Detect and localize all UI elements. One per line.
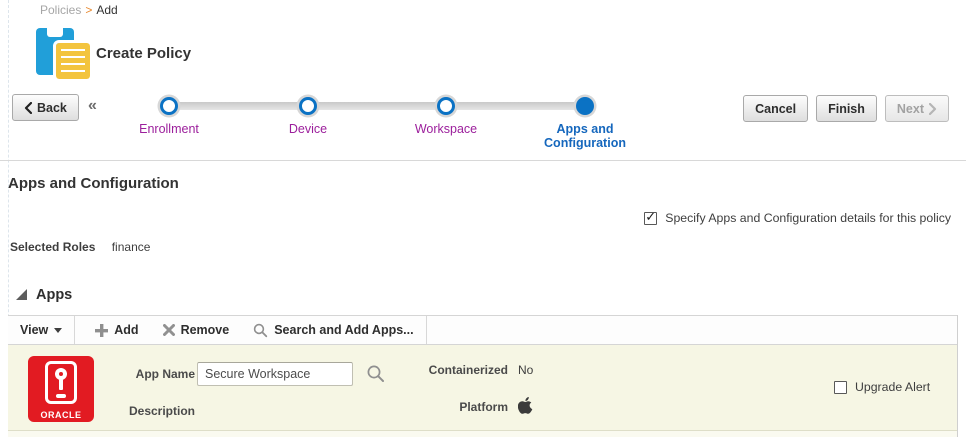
create-policy-page: Policies > Add Create Policy Back « Enroll… <box>0 0 966 437</box>
apps-toolbar: View Add Remove Search and Add Apps... <box>8 315 957 345</box>
upgrade-alert-checkbox[interactable] <box>834 380 847 394</box>
chevron-left-icon <box>24 101 32 114</box>
chevron-right-icon <box>929 102 937 115</box>
create-policy-icon <box>36 28 93 82</box>
specify-apps-row: Specify Apps and Configuration details f… <box>644 209 951 225</box>
cancel-button[interactable]: Cancel <box>743 95 809 122</box>
toolbar-separator <box>425 316 427 344</box>
upgrade-alert-row: Upgrade Alert <box>834 380 930 394</box>
toolbar-separator <box>74 316 76 344</box>
next-button[interactable]: Next <box>884 95 949 122</box>
page-title: Create Policy <box>96 45 192 62</box>
search-icon <box>254 323 268 337</box>
plus-icon <box>95 323 109 337</box>
step-circle-icon[interactable] <box>576 97 594 115</box>
step-device[interactable]: Device <box>253 97 363 136</box>
oracle-app-icon: ORACLE <box>28 356 94 422</box>
remove-app-button[interactable]: Remove <box>151 316 242 344</box>
breadcrumb: Policies > Add <box>40 3 118 17</box>
containerized-value: No <box>518 363 534 377</box>
add-app-label: Add <box>114 323 139 337</box>
collapse-section-icon[interactable] <box>16 289 27 300</box>
chevron-down-icon <box>54 327 63 333</box>
back-button[interactable]: Back <box>12 94 79 121</box>
breadcrumb-separator: > <box>85 3 93 17</box>
add-app-button[interactable]: Add <box>83 316 150 344</box>
step-label: Enrollment <box>139 122 199 136</box>
step-label: Apps and Configuration <box>544 122 626 151</box>
collapse-train-icon[interactable]: « <box>88 97 97 115</box>
step-workspace[interactable]: Workspace <box>391 97 501 136</box>
upgrade-alert-label: Upgrade Alert <box>855 380 931 394</box>
phone-icon <box>45 361 77 404</box>
app-table-row-continuation <box>8 431 957 437</box>
breadcrumb-current: Add <box>96 3 118 17</box>
wizard-track <box>165 102 589 110</box>
step-circle-icon[interactable] <box>160 97 178 115</box>
wizard-actions: Cancel Finish Next <box>743 95 949 122</box>
breadcrumb-policies-link[interactable]: Policies <box>40 3 81 17</box>
step-label: Workspace <box>414 122 478 136</box>
app-search-icon[interactable] <box>366 364 385 383</box>
apps-section-header[interactable]: Apps <box>16 287 72 303</box>
section-title: Apps and Configuration <box>8 175 179 192</box>
header-divider <box>0 160 966 161</box>
oracle-brand-label: ORACLE <box>40 410 82 420</box>
apple-icon <box>518 397 533 414</box>
search-and-add-apps-button[interactable]: Search and Add Apps... <box>241 316 425 344</box>
platform-label: Platform <box>459 400 508 414</box>
search-and-add-apps-label: Search and Add Apps... <box>274 323 414 337</box>
apps-table: View Add Remove Search and Add Apps... O… <box>8 315 958 437</box>
selected-roles-label: Selected Roles <box>10 240 96 254</box>
app-name-label: App Name <box>135 367 195 381</box>
apps-section-title: Apps <box>36 287 73 303</box>
specify-apps-checkbox[interactable] <box>644 209 658 225</box>
finish-button[interactable]: Finish <box>816 95 877 122</box>
document-icon <box>53 40 93 82</box>
app-table-row[interactable]: ORACLE App Name Description Containerize… <box>8 345 957 431</box>
remove-app-label: Remove <box>180 323 230 337</box>
step-circle-icon[interactable] <box>299 97 317 115</box>
view-menu-label: View <box>20 323 49 337</box>
view-menu-button[interactable]: View <box>8 316 74 344</box>
containerized-label: Containerized <box>428 363 508 377</box>
step-apps-and-configuration[interactable]: Apps and Configuration <box>530 97 640 151</box>
selected-roles-row: Selected Roles finance <box>10 240 150 254</box>
back-button-label: Back <box>37 100 67 115</box>
x-icon <box>162 324 175 336</box>
specify-apps-label: Specify Apps and Configuration details f… <box>665 211 951 225</box>
step-circle-icon[interactable] <box>437 97 455 115</box>
description-label: Description <box>128 404 195 418</box>
app-name-input[interactable] <box>197 362 353 386</box>
next-button-label: Next <box>896 101 924 116</box>
step-label: Device <box>288 122 328 136</box>
step-enrollment[interactable]: Enrollment <box>114 97 224 136</box>
selected-roles-value: finance <box>111 240 151 254</box>
